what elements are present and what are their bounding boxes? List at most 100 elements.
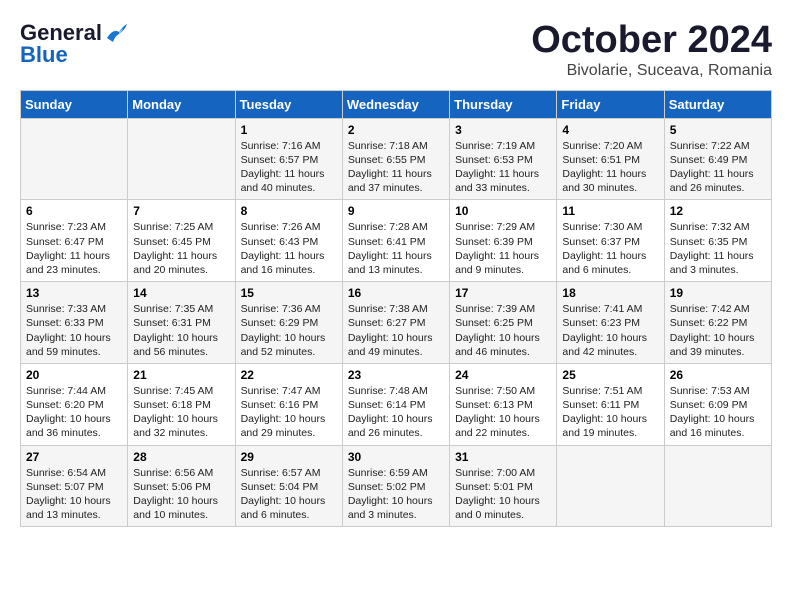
calendar-cell: 20 Sunrise: 7:44 AM Sunset: 6:20 PM Dayli…	[21, 363, 128, 445]
weekday-header-thursday: Thursday	[450, 90, 557, 118]
day-number: 8	[241, 204, 337, 218]
day-info: Sunrise: 7:39 AM Sunset: 6:25 PM Dayligh…	[455, 302, 551, 359]
day-number: 22	[241, 368, 337, 382]
day-number: 9	[348, 204, 444, 218]
day-number: 19	[670, 286, 766, 300]
day-number: 10	[455, 204, 551, 218]
day-info: Sunrise: 7:35 AM Sunset: 6:31 PM Dayligh…	[133, 302, 229, 359]
calendar-cell: 5 Sunrise: 7:22 AM Sunset: 6:49 PM Daylig…	[664, 118, 771, 200]
calendar-cell: 24 Sunrise: 7:50 AM Sunset: 6:13 PM Dayli…	[450, 363, 557, 445]
day-info: Sunrise: 7:38 AM Sunset: 6:27 PM Dayligh…	[348, 302, 444, 359]
calendar-table: SundayMondayTuesdayWednesdayThursdayFrid…	[20, 90, 772, 527]
calendar-cell: 23Sunrise: 7:48 AM Sunset: 6:14 PM Dayli…	[342, 363, 449, 445]
day-number: 20	[26, 368, 122, 382]
day-number: 27	[26, 450, 122, 464]
calendar-cell: 3 Sunrise: 7:19 AM Sunset: 6:53 PM Daylig…	[450, 118, 557, 200]
day-number: 17	[455, 286, 551, 300]
day-info: Sunrise: 7:41 AM Sunset: 6:23 PM Dayligh…	[562, 302, 658, 359]
calendar-cell	[21, 118, 128, 200]
day-number: 16	[348, 286, 444, 300]
calendar-cell: 13Sunrise: 7:33 AM Sunset: 6:33 PM Dayli…	[21, 282, 128, 364]
week-row-1: 1 Sunrise: 7:16 AM Sunset: 6:57 PM Daylig…	[21, 118, 772, 200]
header: General Blue October 2024 Bivolarie, Suc…	[20, 20, 772, 80]
calendar-cell: 17 Sunrise: 7:39 AM Sunset: 6:25 PM Dayli…	[450, 282, 557, 364]
day-info: Sunrise: 7:16 AM Sunset: 6:57 PM Dayligh…	[241, 139, 337, 196]
day-number: 5	[670, 123, 766, 137]
day-number: 12	[670, 204, 766, 218]
calendar-cell: 2Sunrise: 7:18 AM Sunset: 6:55 PM Daylig…	[342, 118, 449, 200]
logo: General Blue	[20, 20, 127, 68]
calendar-cell: 6 Sunrise: 7:23 AM Sunset: 6:47 PM Daylig…	[21, 200, 128, 282]
day-info: Sunrise: 7:47 AM Sunset: 6:16 PM Dayligh…	[241, 384, 337, 441]
week-row-3: 13Sunrise: 7:33 AM Sunset: 6:33 PM Dayli…	[21, 282, 772, 364]
day-info: Sunrise: 7:50 AM Sunset: 6:13 PM Dayligh…	[455, 384, 551, 441]
day-info: Sunrise: 7:36 AM Sunset: 6:29 PM Dayligh…	[241, 302, 337, 359]
week-row-4: 20 Sunrise: 7:44 AM Sunset: 6:20 PM Dayli…	[21, 363, 772, 445]
day-info: Sunrise: 7:29 AM Sunset: 6:39 PM Dayligh…	[455, 220, 551, 277]
calendar-cell: 1 Sunrise: 7:16 AM Sunset: 6:57 PM Daylig…	[235, 118, 342, 200]
day-number: 6	[26, 204, 122, 218]
calendar-cell: 8 Sunrise: 7:26 AM Sunset: 6:43 PM Daylig…	[235, 200, 342, 282]
day-info: Sunrise: 6:54 AM Sunset: 5:07 PM Dayligh…	[26, 466, 122, 523]
title-area: October 2024 Bivolarie, Suceava, Romania	[531, 20, 772, 80]
calendar-cell: 29Sunrise: 6:57 AM Sunset: 5:04 PM Dayli…	[235, 445, 342, 527]
week-row-2: 6 Sunrise: 7:23 AM Sunset: 6:47 PM Daylig…	[21, 200, 772, 282]
month-title: October 2024	[531, 20, 772, 62]
day-info: Sunrise: 6:56 AM Sunset: 5:06 PM Dayligh…	[133, 466, 229, 523]
day-number: 24	[455, 368, 551, 382]
calendar-body: 1 Sunrise: 7:16 AM Sunset: 6:57 PM Daylig…	[21, 118, 772, 526]
weekday-header-sunday: Sunday	[21, 90, 128, 118]
calendar-cell: 4 Sunrise: 7:20 AM Sunset: 6:51 PM Daylig…	[557, 118, 664, 200]
calendar-cell: 27 Sunrise: 6:54 AM Sunset: 5:07 PM Dayli…	[21, 445, 128, 527]
day-info: Sunrise: 7:30 AM Sunset: 6:37 PM Dayligh…	[562, 220, 658, 277]
day-number: 30	[348, 450, 444, 464]
calendar-cell: 19 Sunrise: 7:42 AM Sunset: 6:22 PM Dayli…	[664, 282, 771, 364]
day-number: 1	[241, 123, 337, 137]
day-info: Sunrise: 7:51 AM Sunset: 6:11 PM Dayligh…	[562, 384, 658, 441]
calendar-cell: 14Sunrise: 7:35 AM Sunset: 6:31 PM Dayli…	[128, 282, 235, 364]
day-number: 31	[455, 450, 551, 464]
calendar-cell: 28 Sunrise: 6:56 AM Sunset: 5:06 PM Dayli…	[128, 445, 235, 527]
day-info: Sunrise: 7:00 AM Sunset: 5:01 PM Dayligh…	[455, 466, 551, 523]
day-info: Sunrise: 7:22 AM Sunset: 6:49 PM Dayligh…	[670, 139, 766, 196]
location-title: Bivolarie, Suceava, Romania	[531, 62, 772, 80]
weekday-header-row: SundayMondayTuesdayWednesdayThursdayFrid…	[21, 90, 772, 118]
calendar-cell	[664, 445, 771, 527]
day-info: Sunrise: 7:25 AM Sunset: 6:45 PM Dayligh…	[133, 220, 229, 277]
calendar-cell: 11 Sunrise: 7:30 AM Sunset: 6:37 PM Dayli…	[557, 200, 664, 282]
day-number: 7	[133, 204, 229, 218]
weekday-header-wednesday: Wednesday	[342, 90, 449, 118]
day-info: Sunrise: 7:26 AM Sunset: 6:43 PM Dayligh…	[241, 220, 337, 277]
calendar-cell: 26Sunrise: 7:53 AM Sunset: 6:09 PM Dayli…	[664, 363, 771, 445]
weekday-header-friday: Friday	[557, 90, 664, 118]
day-info: Sunrise: 7:19 AM Sunset: 6:53 PM Dayligh…	[455, 139, 551, 196]
calendar-cell: 12 Sunrise: 7:32 AM Sunset: 6:35 PM Dayli…	[664, 200, 771, 282]
day-number: 18	[562, 286, 658, 300]
calendar-cell	[557, 445, 664, 527]
day-number: 11	[562, 204, 658, 218]
calendar-cell: 21 Sunrise: 7:45 AM Sunset: 6:18 PM Dayli…	[128, 363, 235, 445]
day-info: Sunrise: 7:45 AM Sunset: 6:18 PM Dayligh…	[133, 384, 229, 441]
day-number: 21	[133, 368, 229, 382]
day-number: 13	[26, 286, 122, 300]
day-number: 4	[562, 123, 658, 137]
day-info: Sunrise: 7:23 AM Sunset: 6:47 PM Dayligh…	[26, 220, 122, 277]
calendar-cell: 7 Sunrise: 7:25 AM Sunset: 6:45 PM Daylig…	[128, 200, 235, 282]
day-number: 25	[562, 368, 658, 382]
day-info: Sunrise: 7:28 AM Sunset: 6:41 PM Dayligh…	[348, 220, 444, 277]
calendar-cell: 16 Sunrise: 7:38 AM Sunset: 6:27 PM Dayli…	[342, 282, 449, 364]
day-info: Sunrise: 6:59 AM Sunset: 5:02 PM Dayligh…	[348, 466, 444, 523]
day-number: 3	[455, 123, 551, 137]
calendar-cell: 22 Sunrise: 7:47 AM Sunset: 6:16 PM Dayli…	[235, 363, 342, 445]
day-number: 28	[133, 450, 229, 464]
day-number: 26	[670, 368, 766, 382]
day-info: Sunrise: 7:32 AM Sunset: 6:35 PM Dayligh…	[670, 220, 766, 277]
day-info: Sunrise: 7:44 AM Sunset: 6:20 PM Dayligh…	[26, 384, 122, 441]
calendar-cell: 18 Sunrise: 7:41 AM Sunset: 6:23 PM Dayli…	[557, 282, 664, 364]
day-info: Sunrise: 7:42 AM Sunset: 6:22 PM Dayligh…	[670, 302, 766, 359]
day-info: Sunrise: 7:20 AM Sunset: 6:51 PM Dayligh…	[562, 139, 658, 196]
logo-blue: Blue	[20, 42, 68, 68]
weekday-header-monday: Monday	[128, 90, 235, 118]
weekday-header-saturday: Saturday	[664, 90, 771, 118]
calendar-cell: 25 Sunrise: 7:51 AM Sunset: 6:11 PM Dayli…	[557, 363, 664, 445]
